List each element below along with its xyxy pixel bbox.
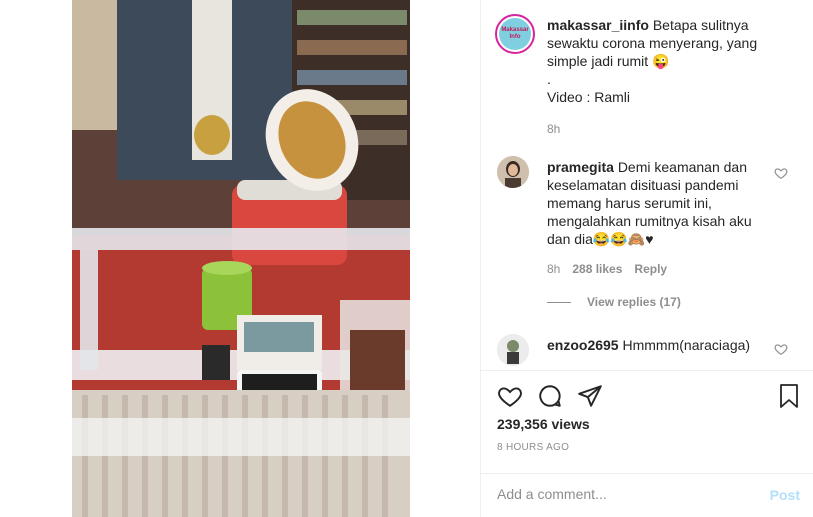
add-comment-form: Post: [481, 473, 813, 517]
comment-item: pramegita Demi keamanan dan keselamatan …: [547, 158, 772, 248]
post-actions-section: 239,356 views 8 HOURS AGO Post: [481, 370, 813, 517]
comment-reply-button[interactable]: Reply: [634, 262, 667, 276]
view-replies-button[interactable]: View replies (17): [547, 295, 681, 309]
comment-username[interactable]: enzoo2695: [547, 337, 619, 353]
comment-item: enzoo2695 Hmmmm(naraciaga): [547, 336, 777, 354]
post-details-panel: Makassar Info makassar_iinfo Betapa suli…: [480, 0, 813, 517]
bookmark-icon[interactable]: [777, 383, 801, 409]
caption-credit: Video : Ramli: [547, 89, 631, 105]
comment-likes[interactable]: 288 likes: [572, 262, 622, 276]
post-caption: makassar_iinfo Betapa sulitnya sewaktu c…: [547, 16, 797, 106]
author-username[interactable]: makassar_iinfo: [547, 17, 649, 33]
view-count[interactable]: 239,356 views: [497, 416, 590, 432]
commenter-avatar[interactable]: [497, 156, 529, 188]
heart-icon[interactable]: [497, 383, 523, 409]
post-timestamp[interactable]: 8 HOURS AGO: [497, 442, 569, 453]
caption-dot: .: [547, 71, 551, 87]
post-video[interactable]: [72, 0, 410, 517]
media-area: [0, 0, 480, 517]
replies-divider: [547, 301, 571, 303]
view-replies-label: View replies (17): [587, 295, 681, 309]
paper-plane-icon[interactable]: [577, 383, 603, 409]
avatar-logo: Makassar Info: [501, 27, 529, 40]
comment-meta: 8h 288 likes Reply: [547, 262, 667, 276]
author-avatar[interactable]: Makassar Info: [495, 14, 535, 54]
comment-bubble-icon[interactable]: [537, 383, 563, 409]
comment-input[interactable]: [497, 486, 757, 502]
comment-like-heart-icon[interactable]: [774, 166, 788, 180]
comment-like-heart-icon[interactable]: [774, 342, 788, 356]
comment-username[interactable]: pramegita: [547, 159, 614, 175]
comment-time[interactable]: 8h: [547, 262, 560, 276]
comment-text: Hmmmm(naraciaga): [622, 337, 751, 353]
commenter-avatar[interactable]: [497, 334, 529, 366]
post-comment-button[interactable]: Post: [770, 487, 800, 503]
caption-time[interactable]: 8h: [547, 122, 560, 136]
